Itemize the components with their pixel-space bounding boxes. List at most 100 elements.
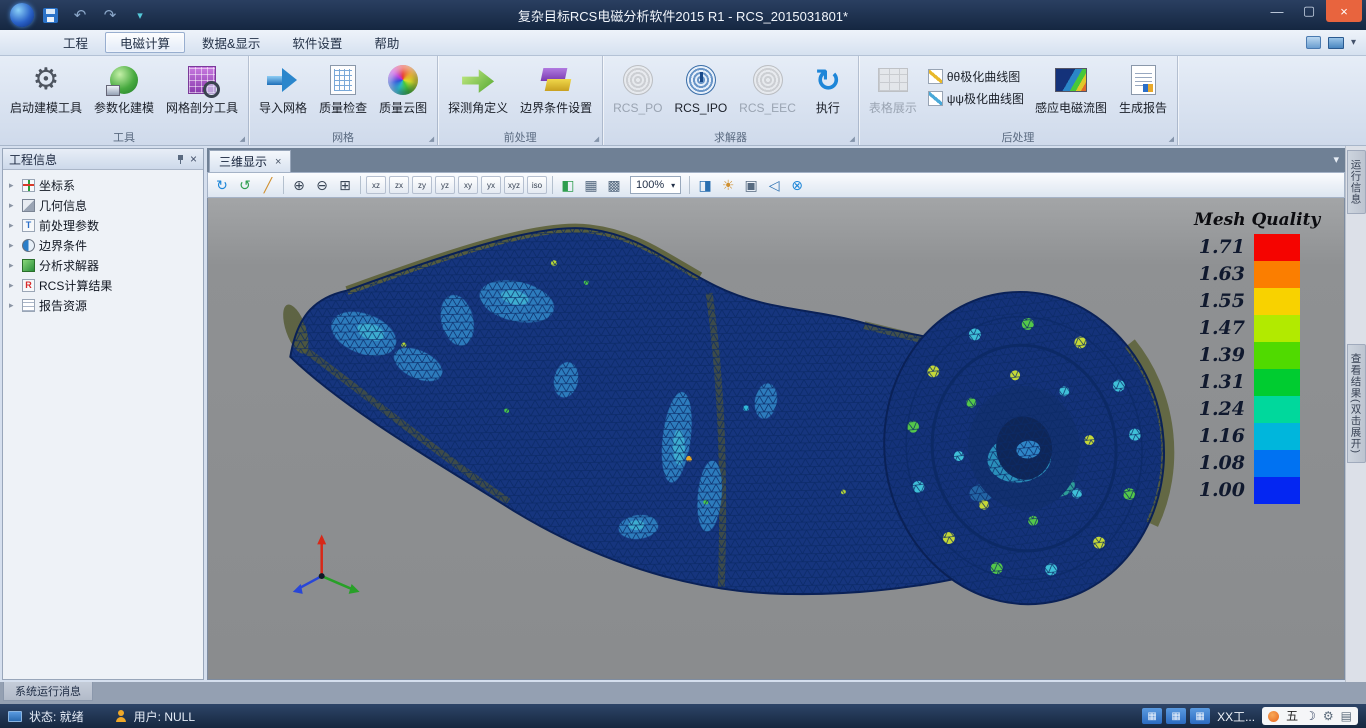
expand-arrow-icon[interactable]: ▸ [9, 260, 18, 271]
tree-item-preprocess-params[interactable]: ▸前处理参数 [5, 216, 201, 235]
tab-list-dropdown-icon[interactable]: ▾ [1333, 153, 1339, 166]
expand-arrow-icon[interactable]: ▸ [9, 280, 18, 291]
help-panel-icon[interactable] [1306, 36, 1321, 49]
zoom-out-icon[interactable]: ⊖ [312, 175, 332, 195]
render-style-icon[interactable]: ◨ [695, 175, 715, 195]
close-view-icon[interactable]: ⊗ [787, 175, 807, 195]
view-toolbar: ↻↺╱ ⊕⊖⊞ xzzxzyyzxyyxxyziso ◧▦▩ 100%▾ ◨☀▣◁⊗ [207, 172, 1345, 198]
expand-arrow-icon[interactable]: ▸ [9, 240, 18, 251]
maximize-button[interactable]: ▢ [1294, 0, 1324, 22]
user-label: 用户: NULL [134, 708, 195, 725]
group-expand-icon[interactable]: ◢ [240, 135, 245, 143]
tree-item-coordinate-system[interactable]: ▸坐标系 [5, 176, 201, 195]
zoom-in-icon[interactable]: ⊕ [289, 175, 309, 195]
axis-view-button-xz[interactable]: xz [366, 176, 386, 194]
layers-icon[interactable]: ▣ [741, 175, 761, 195]
rcs-ipo-button[interactable]: RCS_IPO [669, 59, 732, 118]
axis-view-button-iso[interactable]: iso [527, 176, 547, 194]
rotate-view-icon[interactable]: ↻ [212, 175, 232, 195]
ime-toolbar[interactable]: 五 [1262, 707, 1358, 725]
ime-paw-icon[interactable] [1268, 711, 1279, 722]
group-expand-icon[interactable]: ◢ [594, 135, 599, 143]
menu-tab-em-compute[interactable]: 电磁计算 [105, 32, 185, 53]
moon-icon[interactable] [1305, 709, 1316, 723]
save-button[interactable] [40, 5, 60, 25]
app-logo-icon[interactable] [10, 3, 34, 27]
system-run-message-tab[interactable]: 系统运行消息 [3, 682, 93, 701]
shaded-view-icon[interactable]: ◧ [558, 175, 578, 195]
tree-item-boundary-conditions[interactable]: ▸边界条件 [5, 236, 201, 255]
tray-app-icon[interactable]: ▦ [1190, 708, 1210, 724]
menu-tab-data-display[interactable]: 数据&显示 [187, 32, 275, 53]
mesh-partition-button[interactable]: 网格剖分工具 [161, 59, 243, 118]
induced-current-map-button[interactable]: 感应电磁流图 [1030, 59, 1112, 118]
close-button[interactable]: × [1326, 0, 1362, 22]
customize-qat-icon[interactable] [130, 5, 150, 25]
grid-view-icon[interactable]: ▦ [581, 175, 601, 195]
main-area: 工程信息 × ▸坐标系▸几何信息▸前处理参数▸边界条件▸分析求解器▸RCS计算结… [0, 146, 1366, 682]
axis-view-button-zx[interactable]: zx [389, 176, 409, 194]
menu-tab-software-settings[interactable]: 软件设置 [277, 32, 357, 53]
legend-value: 1.00 [1194, 477, 1254, 504]
expand-arrow-icon[interactable]: ▸ [9, 220, 18, 231]
menu-tab-help[interactable]: 帮助 [359, 32, 414, 53]
group-expand-icon[interactable]: ◢ [1169, 135, 1174, 143]
axis-view-button-xyz[interactable]: xyz [504, 176, 524, 194]
measure-icon[interactable]: ╱ [258, 175, 278, 195]
psi-polar-curve-button[interactable]: ψψ极化曲线图 [928, 90, 1024, 107]
generate-report-button[interactable]: 生成报告 [1114, 59, 1172, 118]
close-icon[interactable]: × [275, 156, 281, 168]
probe-angle-button[interactable]: 探测角定义 [443, 59, 513, 118]
ime-mode-label[interactable]: 五 [1286, 710, 1298, 722]
tree-item-rcs-results[interactable]: ▸RCS计算结果 [5, 276, 201, 295]
tab-3d-display[interactable]: 三维显示 × [209, 150, 291, 172]
chevron-down-icon[interactable]: ▾ [1351, 37, 1356, 48]
zoom-select[interactable]: 100%▾ [630, 176, 681, 194]
quality-check-button[interactable]: 质量检查 [314, 59, 372, 118]
expand-arrow-icon[interactable]: ▸ [9, 200, 18, 211]
tree-item-analysis-solver[interactable]: ▸分析求解器 [5, 256, 201, 275]
parametric-modeling-button[interactable]: 参数化建模 [89, 59, 159, 118]
run-info-tab[interactable]: 运行信息 [1347, 150, 1366, 214]
group-expand-icon[interactable]: ◢ [849, 135, 854, 143]
ime-keyboard-icon[interactable] [1341, 709, 1352, 723]
boundary-condition-button[interactable]: 边界条件设置 [515, 59, 597, 118]
menu-tab-project[interactable]: 工程 [48, 32, 103, 53]
axis-view-button-yx[interactable]: yx [481, 176, 501, 194]
quality-cloud-button[interactable]: 质量云图 [374, 59, 432, 118]
ime-settings-icon[interactable] [1323, 709, 1334, 723]
pin-icon[interactable] [176, 154, 185, 165]
undo-button[interactable] [70, 5, 90, 25]
tray-app-icon[interactable]: ▦ [1166, 708, 1186, 724]
view-results-tab[interactable]: 查看结果(双击展开) [1347, 344, 1366, 463]
refresh-view-icon[interactable]: ↺ [235, 175, 255, 195]
viewport-3d[interactable]: Mesh Quality 1.711.631.551.471.391.311.2… [207, 198, 1345, 680]
import-mesh-button[interactable]: 导入网格 [254, 59, 312, 118]
mesh-tool-icon [182, 61, 222, 99]
redo-button[interactable] [100, 5, 120, 25]
boundary-icon [536, 61, 576, 99]
axis-view-button-yz[interactable]: yz [435, 176, 455, 194]
light-icon[interactable]: ☀ [718, 175, 738, 195]
axis-view-button-xy[interactable]: xy [458, 176, 478, 194]
close-icon[interactable]: × [190, 153, 197, 165]
group-expand-icon[interactable]: ◢ [429, 135, 434, 143]
theta-polar-curve-button[interactable]: θθ极化曲线图 [928, 68, 1024, 85]
share-icon[interactable]: ◁ [764, 175, 784, 195]
mesh-view-icon[interactable]: ▩ [604, 175, 624, 195]
skin-selector-icon[interactable] [1328, 37, 1344, 49]
tray-app-icon[interactable]: ▦ [1142, 708, 1162, 724]
legend-value: 1.71 [1194, 234, 1254, 261]
execute-button[interactable]: 执行 [803, 59, 853, 118]
expand-arrow-icon[interactable]: ▸ [9, 180, 18, 191]
expand-arrow-icon[interactable]: ▸ [9, 300, 18, 311]
tree-item-geometry-info[interactable]: ▸几何信息 [5, 196, 201, 215]
rcs-result-icon [22, 279, 35, 292]
minimize-button[interactable]: — [1262, 0, 1292, 22]
tree-item-report-resources[interactable]: ▸报告资源 [5, 296, 201, 315]
gear-icon [26, 61, 66, 99]
zoom-window-icon[interactable]: ⊞ [335, 175, 355, 195]
axis-view-button-zy[interactable]: zy [412, 176, 432, 194]
mesh-model-3d[interactable] [208, 198, 1344, 679]
start-modeling-button[interactable]: 启动建模工具 [5, 59, 87, 118]
